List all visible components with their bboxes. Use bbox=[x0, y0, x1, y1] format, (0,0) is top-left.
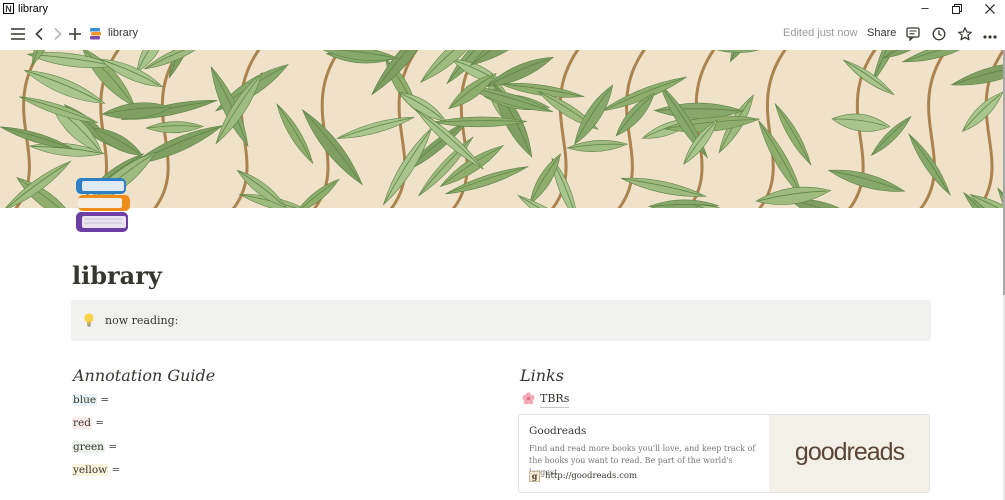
bookmark-url: http://goodreads.com bbox=[545, 471, 638, 481]
goodreads-logo: goodreads bbox=[794, 438, 905, 466]
willow-pattern bbox=[0, 50, 1003, 208]
annotation-guide-item: red = bbox=[72, 416, 104, 430]
back-icon[interactable] bbox=[33, 25, 45, 43]
restore-icon[interactable] bbox=[942, 0, 972, 18]
links-heading: Links bbox=[520, 366, 564, 385]
now-reading-callout[interactable]: now reading: bbox=[71, 300, 931, 341]
annotation-guide-heading: Annotation Guide bbox=[73, 366, 216, 385]
bookmark-title: Goodreads bbox=[529, 425, 587, 437]
cherry-blossom-icon bbox=[522, 392, 535, 405]
share-button[interactable]: Share bbox=[867, 27, 896, 39]
annotation-guide-item: blue = bbox=[72, 393, 109, 407]
goodreads-favicon-icon: g bbox=[529, 471, 540, 482]
add-icon[interactable] bbox=[68, 25, 82, 43]
equals-sign: = bbox=[97, 394, 110, 406]
forward-icon[interactable] bbox=[52, 25, 64, 43]
highlight-color-word: blue bbox=[72, 394, 98, 406]
highlight-color-word: green bbox=[72, 441, 105, 453]
highlight-color-word: yellow bbox=[72, 464, 109, 476]
breadcrumb-page-link[interactable]: library bbox=[108, 27, 138, 39]
annotation-guide-item: green = bbox=[72, 440, 117, 454]
callout-text: now reading: bbox=[105, 314, 179, 327]
window-title: library bbox=[18, 3, 48, 15]
notion-logo-icon: N bbox=[3, 3, 14, 14]
annotation-guide-item: yellow = bbox=[72, 463, 120, 477]
equals-sign: = bbox=[108, 464, 121, 476]
menu-icon[interactable] bbox=[10, 25, 26, 43]
page-topbar: library Edited just now Share bbox=[0, 18, 1005, 50]
minimize-icon[interactable]: – bbox=[910, 0, 940, 18]
comments-icon[interactable] bbox=[905, 25, 921, 43]
equals-sign: = bbox=[91, 417, 105, 429]
history-icon[interactable] bbox=[931, 25, 947, 43]
window-title-bar: N library – bbox=[0, 0, 1005, 18]
star-icon[interactable] bbox=[957, 25, 973, 43]
edited-status: Edited just now bbox=[783, 27, 858, 39]
equals-sign: = bbox=[104, 441, 118, 453]
bookmark-thumbnail: goodreads bbox=[769, 415, 929, 492]
lightbulb-icon bbox=[83, 312, 95, 328]
highlight-color-word: red bbox=[72, 417, 92, 429]
books-icon bbox=[90, 27, 101, 40]
cover-image[interactable] bbox=[0, 50, 1003, 208]
more-icon[interactable] bbox=[982, 25, 998, 43]
goodreads-bookmark[interactable]: Goodreads Find and read more books you'l… bbox=[518, 414, 930, 493]
tbr-label: TBRs bbox=[540, 391, 570, 408]
page-title[interactable]: library bbox=[72, 260, 162, 292]
close-icon[interactable] bbox=[975, 0, 1005, 18]
page-books-icon[interactable] bbox=[74, 176, 134, 236]
